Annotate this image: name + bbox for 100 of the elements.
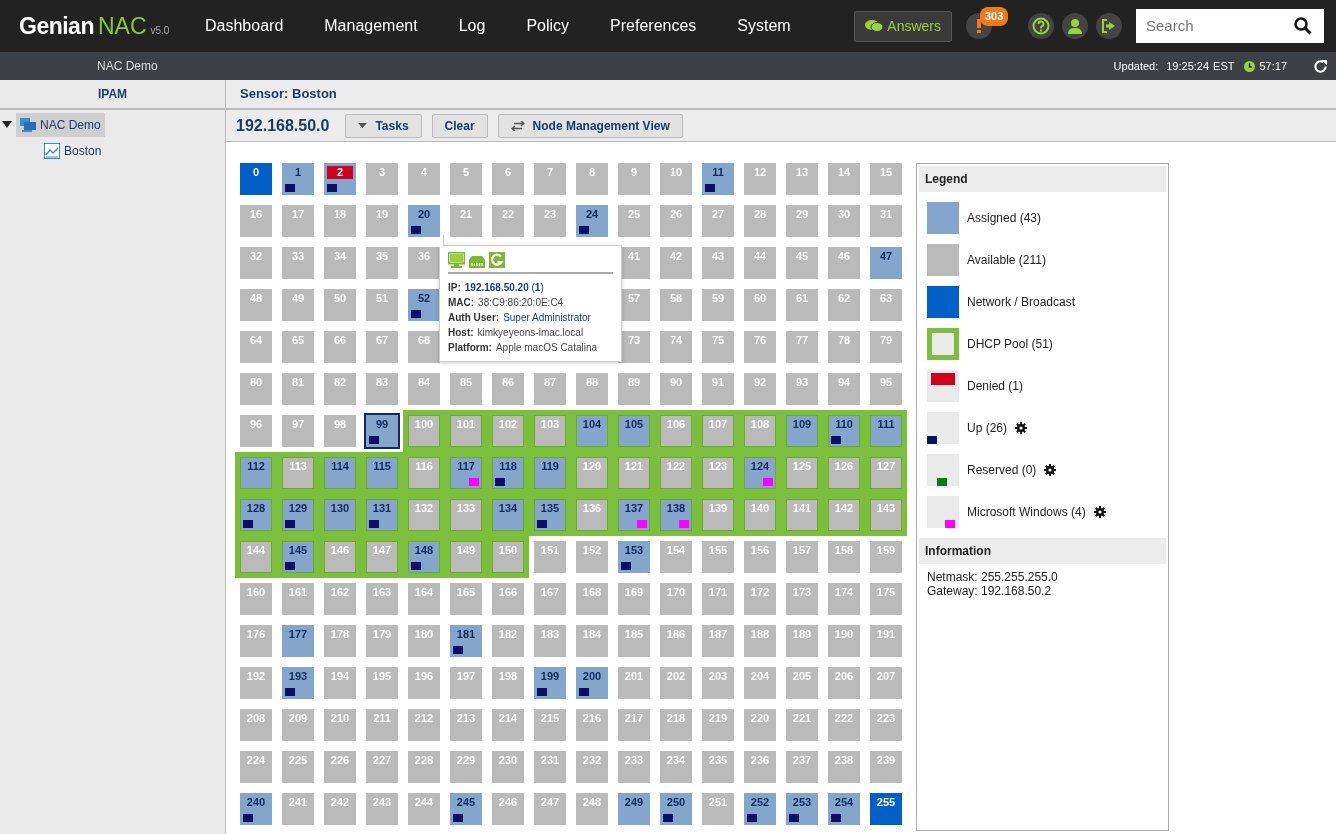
ip-cell[interactable]: 93	[786, 373, 818, 405]
ip-cell[interactable]: 239	[870, 751, 902, 783]
ip-cell[interactable]: 97	[282, 415, 314, 447]
search-field[interactable]: Search	[1136, 9, 1324, 43]
ip-cell[interactable]: 218	[660, 709, 692, 741]
ip-cell[interactable]: 195	[366, 667, 398, 699]
ip-cell[interactable]: 42	[660, 247, 692, 279]
ip-cell[interactable]: 11	[702, 163, 734, 195]
ip-cell[interactable]: 155	[702, 541, 734, 573]
ip-cell[interactable]: 21	[450, 205, 482, 237]
ip-cell[interactable]: 183	[534, 625, 566, 657]
ip-cell[interactable]: 22	[492, 205, 524, 237]
ip-cell[interactable]: 170	[660, 583, 692, 615]
ip-cell[interactable]: 98	[324, 415, 356, 447]
tree-item[interactable]: NAC Demo	[16, 113, 105, 137]
ip-cell[interactable]: 162	[324, 583, 356, 615]
ip-cell[interactable]: 241	[282, 793, 314, 825]
ip-cell[interactable]: 244	[408, 793, 440, 825]
ip-cell[interactable]: 211	[366, 709, 398, 741]
ip-cell[interactable]: 23	[534, 205, 566, 237]
ip-cell[interactable]: 180	[408, 625, 440, 657]
ip-cell[interactable]: 189	[786, 625, 818, 657]
ip-cell[interactable]: 206	[828, 667, 860, 699]
ip-cell[interactable]: 34	[324, 247, 356, 279]
ip-cell[interactable]: 232	[576, 751, 608, 783]
ip-cell[interactable]: 153	[618, 541, 650, 573]
ip-cell[interactable]: 18	[324, 205, 356, 237]
ip-cell[interactable]: 193	[282, 667, 314, 699]
ip-cell[interactable]: 174	[828, 583, 860, 615]
field-link[interactable]: 192.168.50.20 (1)	[464, 282, 544, 293]
ip-cell[interactable]: 33	[282, 247, 314, 279]
ip-cell[interactable]: 64	[240, 331, 272, 363]
ip-cell[interactable]: 187	[702, 625, 734, 657]
ip-cell[interactable]: 44	[744, 247, 776, 279]
ip-cell[interactable]: 156	[744, 541, 776, 573]
ip-cell[interactable]: 216	[576, 709, 608, 741]
ip-cell[interactable]: 238	[828, 751, 860, 783]
ip-cell[interactable]: 179	[366, 625, 398, 657]
ip-cell[interactable]: 12	[744, 163, 776, 195]
ip-cell[interactable]: 198	[492, 667, 524, 699]
ip-cell[interactable]: 158	[828, 541, 860, 573]
help-button[interactable]	[1028, 13, 1054, 39]
ip-cell[interactable]: 188	[744, 625, 776, 657]
ip-cell[interactable]: 78	[828, 331, 860, 363]
ip-cell[interactable]: 4	[408, 163, 440, 195]
ip-cell[interactable]: 176	[240, 625, 272, 657]
ip-cell[interactable]: 2	[324, 163, 356, 195]
ip-cell[interactable]: 75	[702, 331, 734, 363]
ip-cell[interactable]: 202	[660, 667, 692, 699]
ip-cell[interactable]: 186	[660, 625, 692, 657]
ip-cell[interactable]: 83	[366, 373, 398, 405]
ip-cell[interactable]: 235	[702, 751, 734, 783]
ip-cell[interactable]: 177	[282, 625, 314, 657]
ip-cell[interactable]: 246	[492, 793, 524, 825]
ip-cell[interactable]: 81	[282, 373, 314, 405]
ip-cell[interactable]: 3	[366, 163, 398, 195]
ip-cell[interactable]: 152	[576, 541, 608, 573]
ip-cell[interactable]: 231	[534, 751, 566, 783]
ip-cell[interactable]: 249	[618, 793, 650, 825]
ip-cell[interactable]: 200	[576, 667, 608, 699]
ip-cell[interactable]: 165	[450, 583, 482, 615]
ip-cell[interactable]: 67	[366, 331, 398, 363]
toolbar-button[interactable]: Node Management View	[497, 113, 683, 138]
ip-cell[interactable]: 1	[282, 163, 314, 195]
ip-cell[interactable]: 191	[870, 625, 902, 657]
ip-cell[interactable]: 243	[366, 793, 398, 825]
ip-cell[interactable]: 52	[408, 289, 440, 321]
ip-cell[interactable]: 228	[408, 751, 440, 783]
ip-cell[interactable]: 65	[282, 331, 314, 363]
ip-cell[interactable]: 248	[576, 793, 608, 825]
ip-cell[interactable]: 79	[870, 331, 902, 363]
ip-cell[interactable]: 219	[702, 709, 734, 741]
ip-cell[interactable]: 237	[786, 751, 818, 783]
nav-menu-link[interactable]: Dashboard	[205, 14, 284, 38]
nav-menu-link[interactable]: Preferences	[610, 14, 697, 38]
toolbar-button[interactable]: Clear	[431, 113, 488, 138]
ip-cell[interactable]: 203	[702, 667, 734, 699]
ip-cell[interactable]: 92	[744, 373, 776, 405]
ip-cell[interactable]: 185	[618, 625, 650, 657]
ip-cell[interactable]: 36	[408, 247, 440, 279]
ip-cell[interactable]: 87	[534, 373, 566, 405]
ip-cell[interactable]: 199	[534, 667, 566, 699]
nav-menu-link[interactable]: Log	[458, 14, 486, 38]
ip-cell[interactable]: 99	[366, 415, 398, 447]
ip-cell[interactable]: 89	[618, 373, 650, 405]
ip-cell[interactable]: 59	[702, 289, 734, 321]
ip-cell[interactable]: 161	[282, 583, 314, 615]
ip-cell[interactable]: 0	[240, 163, 272, 195]
ip-cell[interactable]: 230	[492, 751, 524, 783]
ip-cell[interactable]: 20	[408, 205, 440, 237]
ip-cell[interactable]: 74	[660, 331, 692, 363]
ip-cell[interactable]: 233	[618, 751, 650, 783]
ip-cell[interactable]: 251	[702, 793, 734, 825]
ip-cell[interactable]: 28	[744, 205, 776, 237]
ip-cell[interactable]: 213	[450, 709, 482, 741]
ip-cell[interactable]: 48	[240, 289, 272, 321]
ip-cell[interactable]: 201	[618, 667, 650, 699]
ip-cell[interactable]: 164	[408, 583, 440, 615]
ip-cell[interactable]: 178	[324, 625, 356, 657]
ip-cell[interactable]: 250	[660, 793, 692, 825]
